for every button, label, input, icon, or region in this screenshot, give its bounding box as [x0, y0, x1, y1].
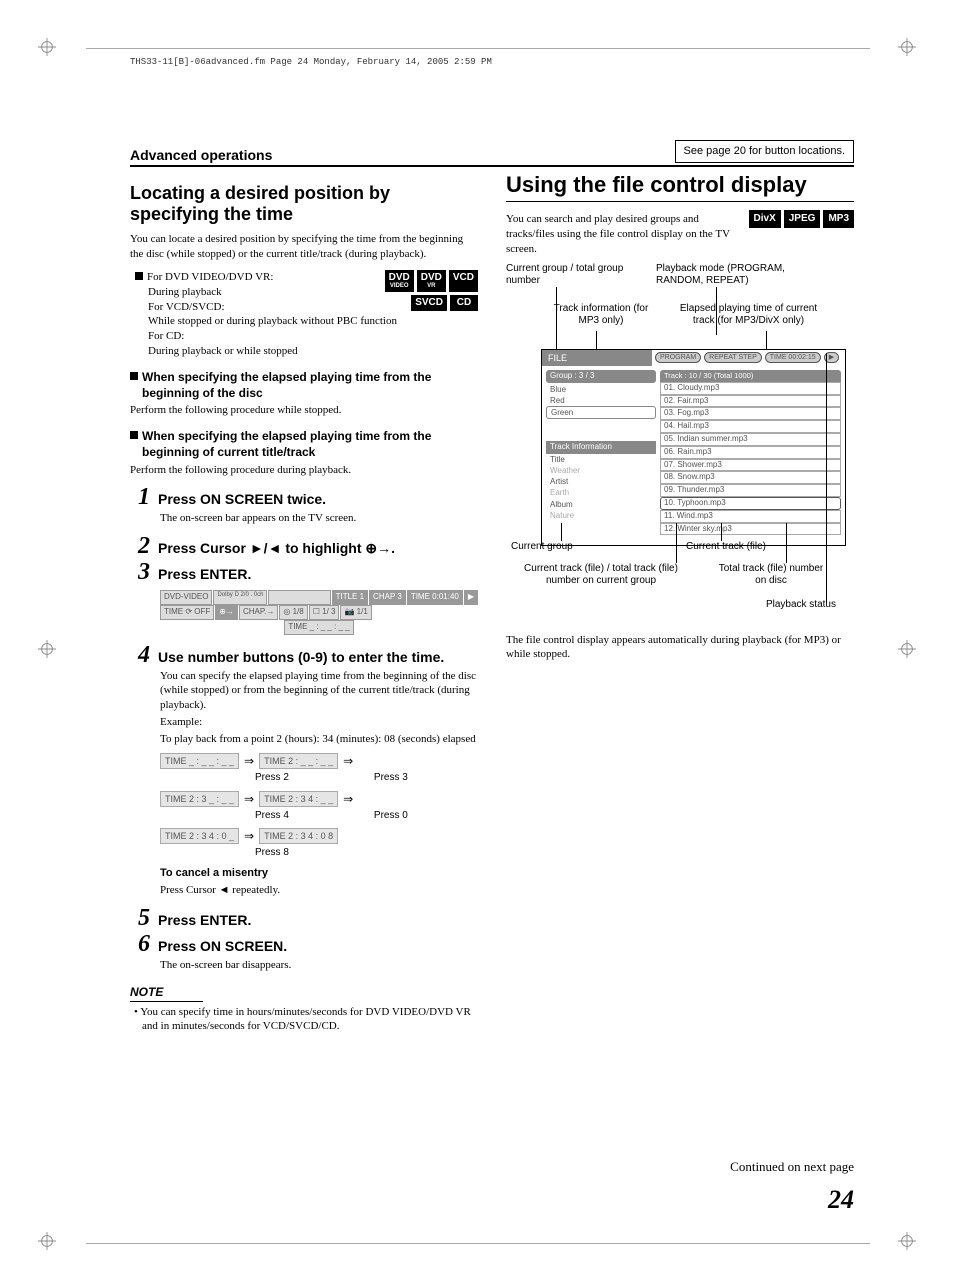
- step-4-body: You can specify the elapsed playing time…: [160, 669, 478, 714]
- step-number: 6: [130, 932, 150, 956]
- callout: Track information (for MP3 only): [546, 303, 656, 328]
- left-intro: You can locate a desired position by spe…: [130, 232, 478, 262]
- status-pill: REPEAT STEP: [704, 352, 762, 363]
- step-1-body: The on-screen bar appears on the TV scre…: [160, 511, 478, 526]
- track-item: 04. Hail.mp3: [660, 420, 841, 433]
- step-6-body: The on-screen bar disappears.: [160, 958, 478, 973]
- track-item: 03. Fog.mp3: [660, 407, 841, 420]
- callout: Current track (file): [686, 541, 796, 554]
- step-number: 1: [130, 485, 150, 509]
- status-pill: PROGRAM: [655, 352, 701, 363]
- subhead-2: When specifying the elapsed playing time…: [130, 428, 478, 460]
- file-control-diagram: Current group / total group number Playb…: [506, 263, 854, 603]
- left-title: Locating a desired position by specifyin…: [130, 183, 478, 224]
- dvd-vr-badge: DVDVR: [417, 270, 446, 292]
- callout: Elapsed playing time of current track (f…: [671, 303, 826, 328]
- info-key: Album: [546, 499, 656, 510]
- note-heading: NOTE: [130, 984, 203, 1001]
- dvd-video-badge: DVDVIDEO: [385, 270, 414, 292]
- track-item: 09. Thunder.mp3: [660, 484, 841, 497]
- step-1: Press ON SCREEN twice.: [158, 485, 326, 509]
- track-item: 01. Cloudy.mp3: [660, 382, 841, 395]
- step-2: Press Cursor ►/◄ to highlight ⊕→.: [158, 534, 395, 558]
- group-header: Group : 3 / 3: [546, 370, 656, 383]
- callout: Playback mode (PROGRAM, RANDOM, REPEAT): [656, 263, 816, 288]
- format-badges: DivX JPEG MP3: [749, 210, 854, 228]
- track-item: 05. Indian summer.mp3: [660, 433, 841, 446]
- track-info-label: Track Information: [546, 441, 656, 454]
- track-item: 07. Shower.mp3: [660, 459, 841, 472]
- vcd-badge: VCD: [449, 270, 478, 292]
- info-val: Nature: [546, 510, 656, 521]
- right-after: The file control display appears automat…: [506, 633, 854, 663]
- callout: Current track (file) / total track (file…: [521, 563, 681, 588]
- group-item: Blue: [546, 384, 656, 395]
- step-4: Use number buttons (0-9) to enter the ti…: [158, 643, 444, 667]
- group-item: Red: [546, 395, 656, 406]
- step-number: 5: [130, 906, 150, 930]
- cancel-body: Press Cursor ◄ repeatedly.: [160, 883, 478, 898]
- track-header: Track : 10 / 30 (Total 1000): [660, 370, 841, 382]
- step-5: Press ENTER.: [158, 906, 251, 930]
- callout: Total track (file) number on disc: [716, 563, 826, 588]
- track-item-selected: 10. Typhoon.mp3: [660, 497, 841, 510]
- svcd-badge: SVCD: [411, 295, 447, 311]
- step-6: Press ON SCREEN.: [158, 932, 287, 956]
- subhead-1-body: Perform the following procedure while st…: [130, 403, 478, 418]
- cd-badge: CD: [450, 295, 478, 311]
- page-number: 24: [130, 1182, 854, 1217]
- step-3: Press ENTER.: [158, 560, 251, 584]
- track-item: 06. Rain.mp3: [660, 446, 841, 459]
- right-title: Using the file control display: [506, 173, 854, 202]
- time-entry-seq: TIME 2 : 3 _ : _ _⇒ TIME 2 : 3 4 : _ _⇒: [160, 791, 478, 807]
- subhead-1: When specifying the elapsed playing time…: [130, 369, 478, 401]
- time-entry-seq: TIME 2 : 3 4 : 0 _⇒ TIME 2 : 3 4 : 0 8: [160, 828, 478, 844]
- step-number: 2: [130, 534, 150, 558]
- track-item: 02. Fair.mp3: [660, 395, 841, 408]
- info-val: Earth: [546, 487, 656, 498]
- continued-label: Continued on next page: [130, 1158, 854, 1176]
- track-item: 12. Winter sky.mp3: [660, 523, 841, 536]
- disc-badge-group: DVDVIDEO DVDVR VCD SVCD CD: [385, 270, 478, 314]
- callout: Playback status: [736, 599, 836, 612]
- time-entry-seq: TIME _ : _ _ : _ _⇒ TIME 2 : _ _ : _ _⇒: [160, 753, 478, 769]
- note-item: • You can specify time in hours/minutes/…: [130, 1005, 478, 1035]
- track-item: 08. Snow.mp3: [660, 471, 841, 484]
- group-item-selected: Green: [546, 406, 656, 419]
- status-pill: TIME 00:02:15: [765, 352, 821, 363]
- button-location-note: See page 20 for button locations.: [675, 140, 854, 163]
- callout: Current group / total group number: [506, 263, 641, 288]
- section-heading: Advanced operations: [130, 146, 272, 165]
- osd-bar-figure: DVD-VIDEO Dolby D 2/0 . 0ch TITLE 1 CHAP…: [160, 590, 478, 634]
- info-key: Artist: [546, 476, 656, 487]
- step-number: 4: [130, 643, 150, 667]
- file-label: FILE: [542, 350, 652, 366]
- cancel-heading: To cancel a misentry: [160, 866, 478, 881]
- info-key: Title: [546, 454, 656, 465]
- subhead-2-body: Perform the following procedure during p…: [130, 463, 478, 478]
- info-val: Weather: [546, 465, 656, 476]
- step-number: 3: [130, 560, 150, 584]
- example-body: To play back from a point 2 (hours): 34 …: [160, 732, 478, 747]
- callout: Current group: [511, 541, 601, 554]
- track-item: 11. Wind.mp3: [660, 510, 841, 523]
- example-label: Example:: [160, 715, 478, 730]
